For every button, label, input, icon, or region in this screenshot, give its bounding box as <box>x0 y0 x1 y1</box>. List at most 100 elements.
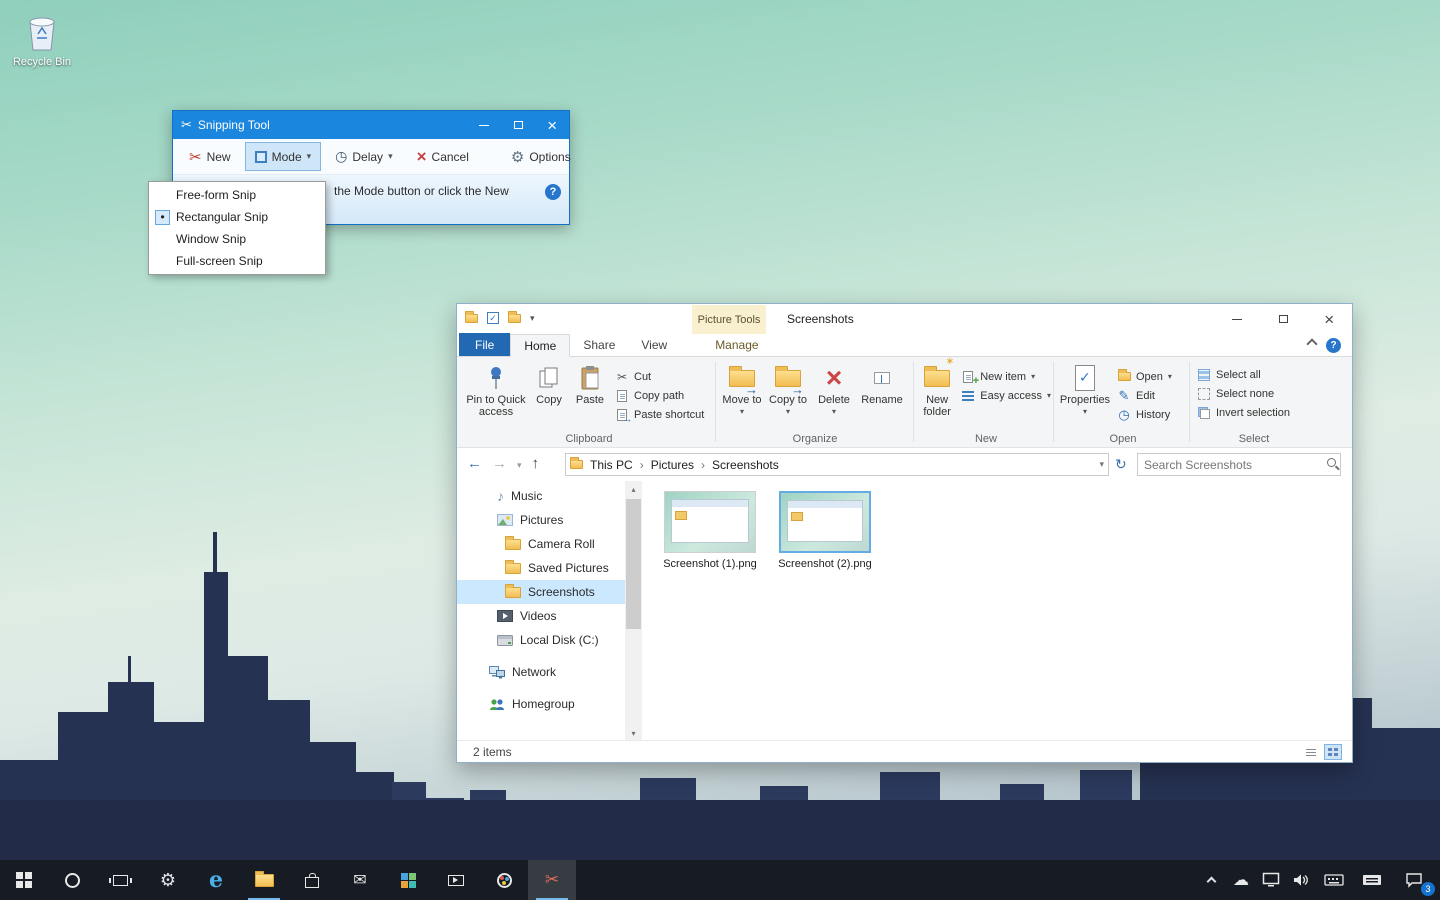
menu-item-full-screen-snip[interactable]: Full-screen Snip <box>149 250 325 272</box>
file-item-screenshot-1[interactable]: Screenshot (1).png <box>660 491 760 571</box>
move-to-button[interactable]: Move to <box>719 360 765 420</box>
sidebar-item-local-disk-c[interactable]: Local Disk (C:) <box>457 628 625 652</box>
select-none-button[interactable]: Select none <box>1193 384 1315 403</box>
maximize-button[interactable] <box>501 111 535 139</box>
language-keyboard-tray-icon[interactable] <box>1316 860 1352 900</box>
mode-button[interactable]: Mode <box>245 142 322 171</box>
pin-to-quick-access-button[interactable]: Pin to Quick access <box>463 360 529 420</box>
cancel-button[interactable]: Cancel <box>407 142 479 171</box>
help-icon[interactable] <box>545 184 561 200</box>
copy-path-button[interactable]: Copy path <box>611 386 708 405</box>
select-all-button[interactable]: Select all <box>1193 365 1315 384</box>
close-button[interactable] <box>535 111 569 139</box>
recycle-bin[interactable]: Recycle Bin <box>10 10 74 68</box>
minimize-button[interactable] <box>467 111 501 139</box>
tab-view[interactable]: View <box>628 333 680 356</box>
file-item-screenshot-2[interactable]: Screenshot (2).png <box>775 491 875 571</box>
scrollbar-thumb[interactable] <box>626 499 641 629</box>
menu-item-free-form-snip[interactable]: Free-form Snip <box>149 184 325 206</box>
back-button[interactable] <box>467 455 482 472</box>
copy-button[interactable]: Copy <box>529 360 569 408</box>
task-view-button[interactable] <box>96 860 144 900</box>
delay-button[interactable]: Delay <box>325 142 402 171</box>
touch-keyboard-tray-icon[interactable] <box>1352 860 1392 900</box>
options-button[interactable]: Options <box>501 142 581 171</box>
menu-item-window-snip[interactable]: Window Snip <box>149 228 325 250</box>
settings-button[interactable] <box>144 860 192 900</box>
start-button[interactable] <box>0 860 48 900</box>
tray-expand-button[interactable] <box>1196 860 1226 900</box>
help-icon[interactable] <box>1326 338 1341 353</box>
address-bar[interactable]: This PC Pictures Screenshots <box>565 453 1109 476</box>
store-button[interactable] <box>288 860 336 900</box>
tab-share[interactable]: Share <box>570 333 628 356</box>
onedrive-tray-icon[interactable] <box>1226 860 1256 900</box>
invert-selection-button[interactable]: Invert selection <box>1193 403 1315 422</box>
sidebar-item-screenshots[interactable]: Screenshots <box>457 580 625 604</box>
network-tray-icon[interactable] <box>1256 860 1286 900</box>
up-button[interactable] <box>532 455 540 472</box>
forward-button[interactable] <box>492 455 507 472</box>
recent-locations-chevron-icon[interactable] <box>517 457 522 471</box>
easy-access-button[interactable]: Easy access <box>957 386 1055 405</box>
sidebar-scrollbar[interactable] <box>625 481 642 741</box>
snipping-title-bar[interactable]: Snipping Tool <box>173 111 569 139</box>
edit-button[interactable]: Edit <box>1113 386 1176 405</box>
properties-quick-icon[interactable] <box>487 312 499 324</box>
sidebar-item-pictures[interactable]: Pictures <box>457 508 625 532</box>
customize-qat-chevron-icon[interactable] <box>530 313 535 324</box>
new-snip-button[interactable]: New <box>179 142 241 171</box>
new-item-button[interactable]: New item <box>957 367 1055 386</box>
sidebar-item-camera-roll[interactable]: Camera Roll <box>457 532 625 556</box>
copy-to-button[interactable]: Copy to <box>765 360 811 420</box>
paint-button[interactable] <box>480 860 528 900</box>
edge-button[interactable] <box>192 860 240 900</box>
close-button[interactable] <box>1306 304 1352 334</box>
tab-home[interactable]: Home <box>510 334 570 357</box>
details-view-button[interactable] <box>1302 744 1320 760</box>
new-folder-button[interactable]: New folder <box>917 360 957 420</box>
movies-tv-button[interactable] <box>432 860 480 900</box>
minimize-button[interactable] <box>1214 304 1260 334</box>
tab-manage[interactable]: Manage <box>702 333 771 356</box>
mail-button[interactable] <box>336 860 384 900</box>
history-button[interactable]: History <box>1113 405 1176 424</box>
photos-button[interactable] <box>384 860 432 900</box>
breadcrumb-screenshots[interactable]: Screenshots <box>710 458 781 472</box>
cut-button[interactable]: Cut <box>611 367 708 386</box>
refresh-icon[interactable] <box>1115 456 1127 473</box>
snipping-tool-taskbar-button[interactable] <box>528 860 576 900</box>
sidebar-item-videos[interactable]: Videos <box>457 604 625 628</box>
menu-item-rectangular-snip[interactable]: Rectangular Snip <box>149 206 325 228</box>
address-dropdown-chevron-icon[interactable] <box>1099 459 1104 470</box>
file-explorer-button[interactable] <box>240 860 288 900</box>
sidebar-item-homegroup[interactable]: Homegroup <box>457 692 625 716</box>
volume-tray-icon[interactable] <box>1286 860 1316 900</box>
sidebar-item-music[interactable]: Music <box>457 484 625 508</box>
explorer-title-bar[interactable]: Picture Tools Screenshots <box>457 304 1352 334</box>
folder-icon <box>255 874 274 887</box>
action-center-button[interactable]: 3 <box>1392 860 1436 900</box>
search-button[interactable] <box>48 860 96 900</box>
scroll-down-arrow-icon[interactable] <box>625 725 642 741</box>
sidebar-item-saved-pictures[interactable]: Saved Pictures <box>457 556 625 580</box>
rename-button[interactable]: Rename <box>857 360 907 408</box>
tab-file[interactable]: File <box>459 333 510 356</box>
breadcrumb-pictures[interactable]: Pictures <box>649 458 696 472</box>
open-button[interactable]: Open <box>1113 367 1176 386</box>
maximize-button[interactable] <box>1260 304 1306 334</box>
sidebar-item-network[interactable]: Network <box>457 660 625 684</box>
search-input[interactable] <box>1137 453 1341 476</box>
properties-button[interactable]: Properties <box>1057 360 1113 420</box>
breadcrumb-this-pc[interactable]: This PC <box>588 458 635 472</box>
recycle-bin-label: Recycle Bin <box>10 56 74 68</box>
delete-button[interactable]: Delete <box>811 360 857 420</box>
paste-shortcut-button[interactable]: Paste shortcut <box>611 405 708 424</box>
ribbon-group-organize: Move to Copy to Delete <box>719 357 911 448</box>
new-folder-quick-icon[interactable] <box>508 314 521 323</box>
thumbnails-view-button[interactable] <box>1324 744 1342 760</box>
paste-button[interactable]: Paste <box>569 360 611 408</box>
item-count: 2 items <box>473 745 512 759</box>
scroll-up-arrow-icon[interactable] <box>625 481 642 497</box>
search-icon[interactable] <box>1327 458 1336 467</box>
